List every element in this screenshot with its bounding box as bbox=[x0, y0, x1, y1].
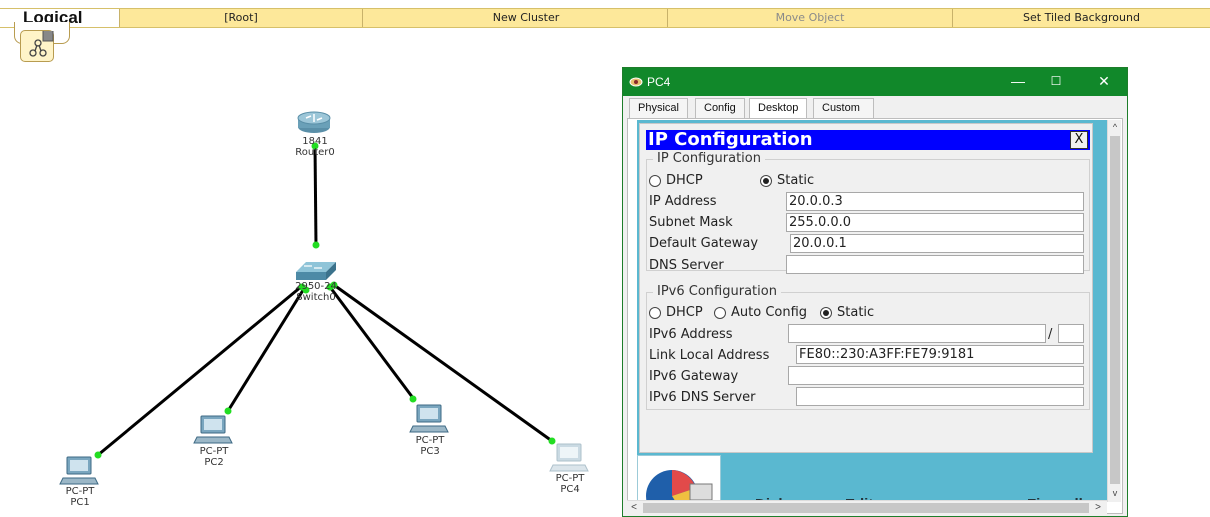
link-switch-pc2 bbox=[226, 286, 307, 412]
link-router-switch bbox=[313, 144, 318, 247]
pc4-icon[interactable] bbox=[549, 443, 589, 472]
default-gateway-field[interactable]: 20.0.0.1 bbox=[790, 234, 1084, 253]
ip-configuration-titlebar: IP Configuration X bbox=[646, 130, 1090, 150]
ipv6-static-label: Static bbox=[837, 305, 875, 320]
pc3-name: PC3 bbox=[420, 446, 440, 457]
dns-server-field[interactable] bbox=[786, 255, 1084, 274]
router-icon[interactable] bbox=[297, 111, 331, 133]
ipv6-auto-config-label: Auto Config bbox=[731, 305, 808, 320]
ipv6-group-title: IPv6 Configuration bbox=[653, 284, 781, 299]
ipv6-prefix-field[interactable] bbox=[1058, 324, 1084, 343]
scroll-right-arrow-icon[interactable]: > bbox=[1091, 501, 1105, 515]
ipv4-static-radio[interactable] bbox=[760, 175, 772, 187]
ipv6-prefix-separator: / bbox=[1048, 327, 1053, 342]
scroll-left-arrow-icon[interactable]: < bbox=[627, 501, 641, 515]
pc1-icon[interactable] bbox=[59, 456, 99, 485]
tab-config[interactable]: Config bbox=[695, 98, 745, 118]
ipv6-dns-server-field[interactable] bbox=[796, 387, 1084, 406]
pc4-window: PC4 — ☐ ✕ Physical Config Desktop Custom… bbox=[622, 67, 1128, 517]
ipv6-address-label: IPv6 Address bbox=[649, 327, 733, 342]
ipv6-gateway-label: IPv6 Gateway bbox=[649, 369, 739, 384]
pc1-label: PC-PT PC1 bbox=[55, 486, 105, 508]
pc4-name: PC4 bbox=[560, 484, 580, 495]
pc3-icon[interactable] bbox=[409, 404, 449, 433]
dialer-app-icon[interactable] bbox=[637, 455, 721, 517]
link-switch-pc1 bbox=[97, 284, 303, 457]
packet-tracer-icon bbox=[629, 77, 643, 87]
window-titlebar[interactable]: PC4 — ☐ ✕ bbox=[623, 68, 1127, 96]
pc1-type: PC-PT bbox=[65, 486, 95, 497]
pc3-label: PC-PT PC3 bbox=[405, 435, 455, 457]
ipv4-dhcp-label: DHCP bbox=[666, 173, 703, 188]
switch-label: 2950-24 Switch0 bbox=[288, 281, 344, 303]
link-switch-pc4 bbox=[333, 283, 553, 443]
switch-name: Switch0 bbox=[296, 292, 336, 303]
router-model: 1841 bbox=[302, 136, 328, 147]
close-dialog-button[interactable]: X bbox=[1070, 131, 1088, 149]
ipv6-auto-config-radio[interactable] bbox=[714, 307, 726, 319]
subnet-mask-label: Subnet Mask bbox=[649, 215, 733, 230]
link-local-address-label: Link Local Address bbox=[649, 348, 770, 363]
ipv6-dhcp-label: DHCP bbox=[666, 305, 703, 320]
ip-address-field[interactable]: 20.0.0.3 bbox=[786, 192, 1084, 211]
link-switch-pc3 bbox=[328, 286, 415, 399]
ipv4-group-title: IP Configuration bbox=[653, 151, 765, 166]
ipv4-dhcp-radio[interactable] bbox=[649, 175, 661, 187]
ipv6-static-radio[interactable] bbox=[820, 307, 832, 319]
tab-custom-interface[interactable]: Custom Interface bbox=[813, 98, 874, 132]
pc1-name: PC1 bbox=[70, 497, 90, 508]
ip-address-label: IP Address bbox=[649, 194, 717, 209]
ip-configuration-dialog: IP Configuration X IP Configuration DHCP… bbox=[639, 123, 1093, 453]
subnet-mask-field[interactable]: 255.0.0.0 bbox=[786, 213, 1084, 232]
pc2-icon[interactable] bbox=[193, 415, 233, 444]
scroll-down-arrow-icon[interactable]: v bbox=[1108, 486, 1122, 500]
horizontal-scrollbar[interactable]: < > bbox=[627, 500, 1107, 514]
tab-desktop[interactable]: Desktop bbox=[749, 98, 808, 119]
link-local-address-field[interactable]: FE80::230:A3FF:FE79:9181 bbox=[796, 345, 1084, 364]
switch-icon[interactable] bbox=[296, 262, 336, 280]
horizontal-scroll-thumb[interactable] bbox=[643, 503, 1089, 513]
router-label: 1841 Router0 bbox=[290, 136, 340, 158]
pc2-label: PC-PT PC2 bbox=[189, 446, 239, 468]
ipv6-gateway-field[interactable] bbox=[788, 366, 1084, 385]
ip-configuration-title: IP Configuration bbox=[648, 129, 813, 150]
ipv6-dhcp-radio[interactable] bbox=[649, 307, 661, 319]
ipv4-static-label: Static bbox=[777, 173, 815, 188]
pc2-type: PC-PT bbox=[199, 446, 229, 457]
pc4-type: PC-PT bbox=[555, 473, 585, 484]
dns-server-label: DNS Server bbox=[649, 258, 724, 273]
pc3-type: PC-PT bbox=[415, 435, 445, 446]
vertical-scroll-thumb[interactable] bbox=[1110, 136, 1120, 484]
router-name: Router0 bbox=[295, 147, 335, 158]
maximize-button[interactable]: ☐ bbox=[1045, 71, 1067, 91]
pc4-label: PC-PT PC4 bbox=[545, 473, 595, 495]
vertical-scrollbar[interactable]: ^ v bbox=[1107, 120, 1121, 502]
window-title: PC4 bbox=[647, 75, 671, 89]
switch-model: 2950-24 bbox=[295, 281, 337, 292]
tab-physical[interactable]: Physical bbox=[629, 98, 688, 118]
pc2-name: PC2 bbox=[204, 457, 224, 468]
close-window-button[interactable]: ✕ bbox=[1093, 71, 1115, 91]
scroll-up-arrow-icon[interactable]: ^ bbox=[1108, 120, 1122, 134]
minimize-button[interactable]: — bbox=[1007, 71, 1029, 91]
ipv6-dns-server-label: IPv6 DNS Server bbox=[649, 390, 756, 405]
ipv6-address-field[interactable] bbox=[788, 324, 1046, 343]
default-gateway-label: Default Gateway bbox=[649, 236, 759, 251]
